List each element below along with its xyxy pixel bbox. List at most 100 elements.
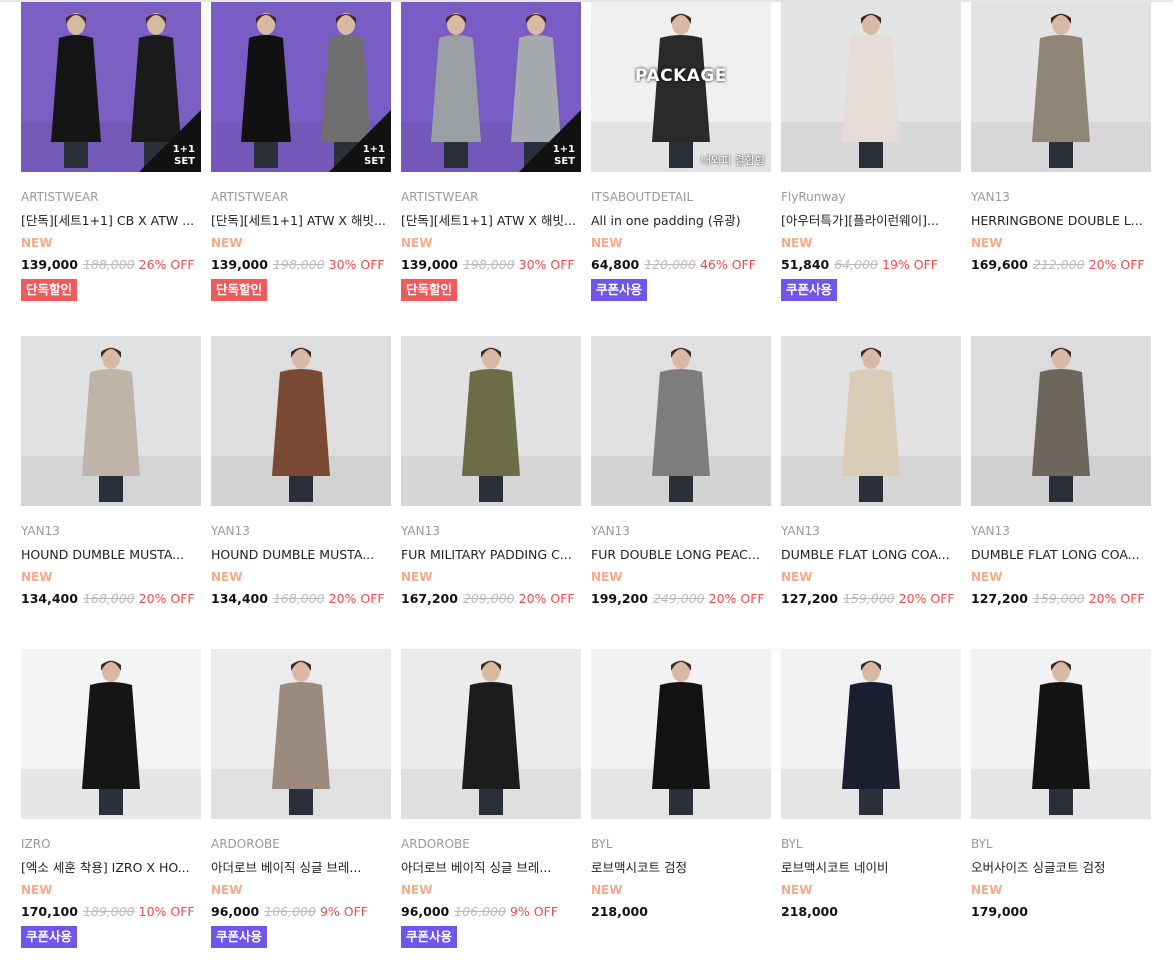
product-card: YAN13 FUR MILITARY PADDING C... NEW 167,200…	[401, 336, 581, 606]
product-name[interactable]: 로브맥시코트 네이비	[781, 860, 961, 875]
product-image[interactable]	[401, 336, 581, 506]
product-name[interactable]: HOUND DUMBLE MUSTA...	[211, 547, 391, 562]
product-brand[interactable]: YAN13	[971, 524, 1151, 538]
sale-price: 199,200	[591, 591, 648, 606]
product-name[interactable]: 아더로브 베이직 싱글 브레...	[401, 860, 581, 875]
product-brand[interactable]: YAN13	[781, 524, 961, 538]
sale-price: 96,000	[401, 904, 450, 919]
sale-price: 179,000	[971, 904, 1028, 919]
discount-rate: 46% OFF	[699, 257, 756, 272]
product-photo	[971, 649, 1151, 819]
product-photo	[781, 649, 961, 819]
new-tag: NEW	[21, 236, 53, 250]
product-card: 1+1 SET ARTISTWEAR [단독][세트1+1] CB X ATW ..…	[21, 2, 201, 301]
product-name[interactable]: [단독][세트1+1] ATW X 해빗...	[401, 213, 581, 228]
product-photo	[21, 649, 201, 819]
product-image[interactable]	[781, 2, 961, 172]
product-name[interactable]: [단독][세트1+1] ATW X 해빗...	[211, 213, 391, 228]
product-image[interactable]	[971, 649, 1151, 819]
product-brand[interactable]: YAN13	[971, 190, 1151, 204]
product-image[interactable]	[591, 336, 771, 506]
original-price: 212,000	[1032, 257, 1085, 272]
product-card: 1+1 SET ARTISTWEAR [단독][세트1+1] ATW X 해빗...…	[211, 2, 391, 301]
product-image[interactable]	[401, 649, 581, 819]
product-photo	[971, 336, 1151, 506]
price-row: 139,000 198,000 30% OFF	[211, 257, 391, 272]
product-image[interactable]	[781, 649, 961, 819]
discount-rate: 20% OFF	[1088, 591, 1145, 606]
product-image[interactable]: 1+1 SET	[211, 2, 391, 172]
product-brand[interactable]: YAN13	[591, 524, 771, 538]
product-name[interactable]: FUR DOUBLE LONG PEAC...	[591, 547, 771, 562]
product-name[interactable]: HOUND DUMBLE MUSTA...	[21, 547, 201, 562]
sale-price: 134,400	[21, 591, 78, 606]
product-name[interactable]: [아우터특가][플라이런웨이]...	[781, 213, 961, 228]
discount-rate: 20% OFF	[1088, 257, 1145, 272]
product-name[interactable]: All in one padding (유광)	[591, 213, 771, 228]
discount-rate: 20% OFF	[708, 591, 765, 606]
sale-price: 170,100	[21, 904, 78, 919]
product-name[interactable]: 오버사이즈 싱글코트 검정	[971, 860, 1151, 875]
discount-rate: 30% OFF	[328, 257, 385, 272]
sale-price: 96,000	[211, 904, 260, 919]
original-price: 168,000	[82, 591, 135, 606]
new-tag: NEW	[591, 570, 623, 584]
sale-price: 51,840	[781, 257, 830, 272]
product-brand[interactable]: YAN13	[401, 524, 581, 538]
product-name[interactable]: DUMBLE FLAT LONG COA...	[781, 547, 961, 562]
product-brand[interactable]: ARTISTWEAR	[401, 190, 581, 204]
product-photo	[781, 336, 961, 506]
product-image[interactable]: 1+1 SET	[401, 2, 581, 172]
product-name[interactable]: 로브맥시코트 검정	[591, 860, 771, 875]
exclusive-discount-badge: 단독할인	[21, 279, 78, 301]
product-brand[interactable]: FlyRunway	[781, 190, 961, 204]
product-image[interactable]	[21, 649, 201, 819]
product-image[interactable]	[211, 336, 391, 506]
product-brand[interactable]: ARTISTWEAR	[211, 190, 391, 204]
original-price: 106,000	[454, 904, 506, 919]
product-image[interactable]	[971, 336, 1151, 506]
exclusive-discount-badge: 단독할인	[401, 279, 458, 301]
product-name[interactable]: [엑소 세훈 착용] IZRO X HO...	[21, 860, 201, 875]
product-card: BYL 로브맥시코트 네이비 NEW 218,000	[781, 649, 961, 919]
product-card: BYL 로브맥시코트 검정 NEW 218,000	[591, 649, 771, 919]
product-image[interactable]	[781, 336, 961, 506]
sale-price: 218,000	[781, 904, 838, 919]
product-image[interactable]	[591, 649, 771, 819]
price-row: 167,200 209,000 20% OFF	[401, 591, 581, 606]
product-brand[interactable]: YAN13	[211, 524, 391, 538]
product-brand[interactable]: ARDOROBE	[401, 837, 581, 851]
sale-price: 218,000	[591, 904, 648, 919]
product-name[interactable]: [단독][세트1+1] CB X ATW ...	[21, 213, 201, 228]
new-tag: NEW	[401, 570, 433, 584]
price-row: 218,000	[591, 904, 771, 919]
product-brand[interactable]: BYL	[781, 837, 961, 851]
product-name[interactable]: 아더로브 베이직 싱글 브레...	[211, 860, 391, 875]
product-image[interactable]: PACKAGE 내외피 결합형	[591, 2, 771, 172]
product-photo	[591, 2, 771, 172]
product-brand[interactable]: BYL	[971, 837, 1151, 851]
product-card: IZRO [엑소 세훈 착용] IZRO X HO... NEW 170,100 189…	[21, 649, 201, 948]
product-brand[interactable]: IZRO	[21, 837, 201, 851]
product-card: ARDOROBE 아더로브 베이직 싱글 브레... NEW 96,000 106,00…	[211, 649, 391, 948]
product-brand[interactable]: BYL	[591, 837, 771, 851]
product-brand[interactable]: ARDOROBE	[211, 837, 391, 851]
product-brand[interactable]: ITSABOUTDETAIL	[591, 190, 771, 204]
product-image[interactable]	[971, 2, 1151, 172]
product-image[interactable]: 1+1 SET	[21, 2, 201, 172]
original-price: 168,000	[272, 591, 325, 606]
new-tag: NEW	[21, 883, 53, 897]
product-brand[interactable]: YAN13	[21, 524, 201, 538]
product-name[interactable]: FUR MILITARY PADDING C...	[401, 547, 581, 562]
price-row: 170,100 189,000 10% OFF	[21, 904, 201, 919]
original-price: 189,000	[82, 904, 135, 919]
product-brand[interactable]: ARTISTWEAR	[21, 190, 201, 204]
discount-rate: 26% OFF	[138, 257, 195, 272]
product-image[interactable]	[21, 336, 201, 506]
product-name[interactable]: DUMBLE FLAT LONG COA...	[971, 547, 1151, 562]
product-photo	[401, 336, 581, 506]
product-name[interactable]: HERRINGBONE DOUBLE L...	[971, 213, 1151, 228]
product-image[interactable]	[211, 649, 391, 819]
sale-price: 134,400	[211, 591, 268, 606]
product-card: BYL 오버사이즈 싱글코트 검정 NEW 179,000	[971, 649, 1151, 919]
